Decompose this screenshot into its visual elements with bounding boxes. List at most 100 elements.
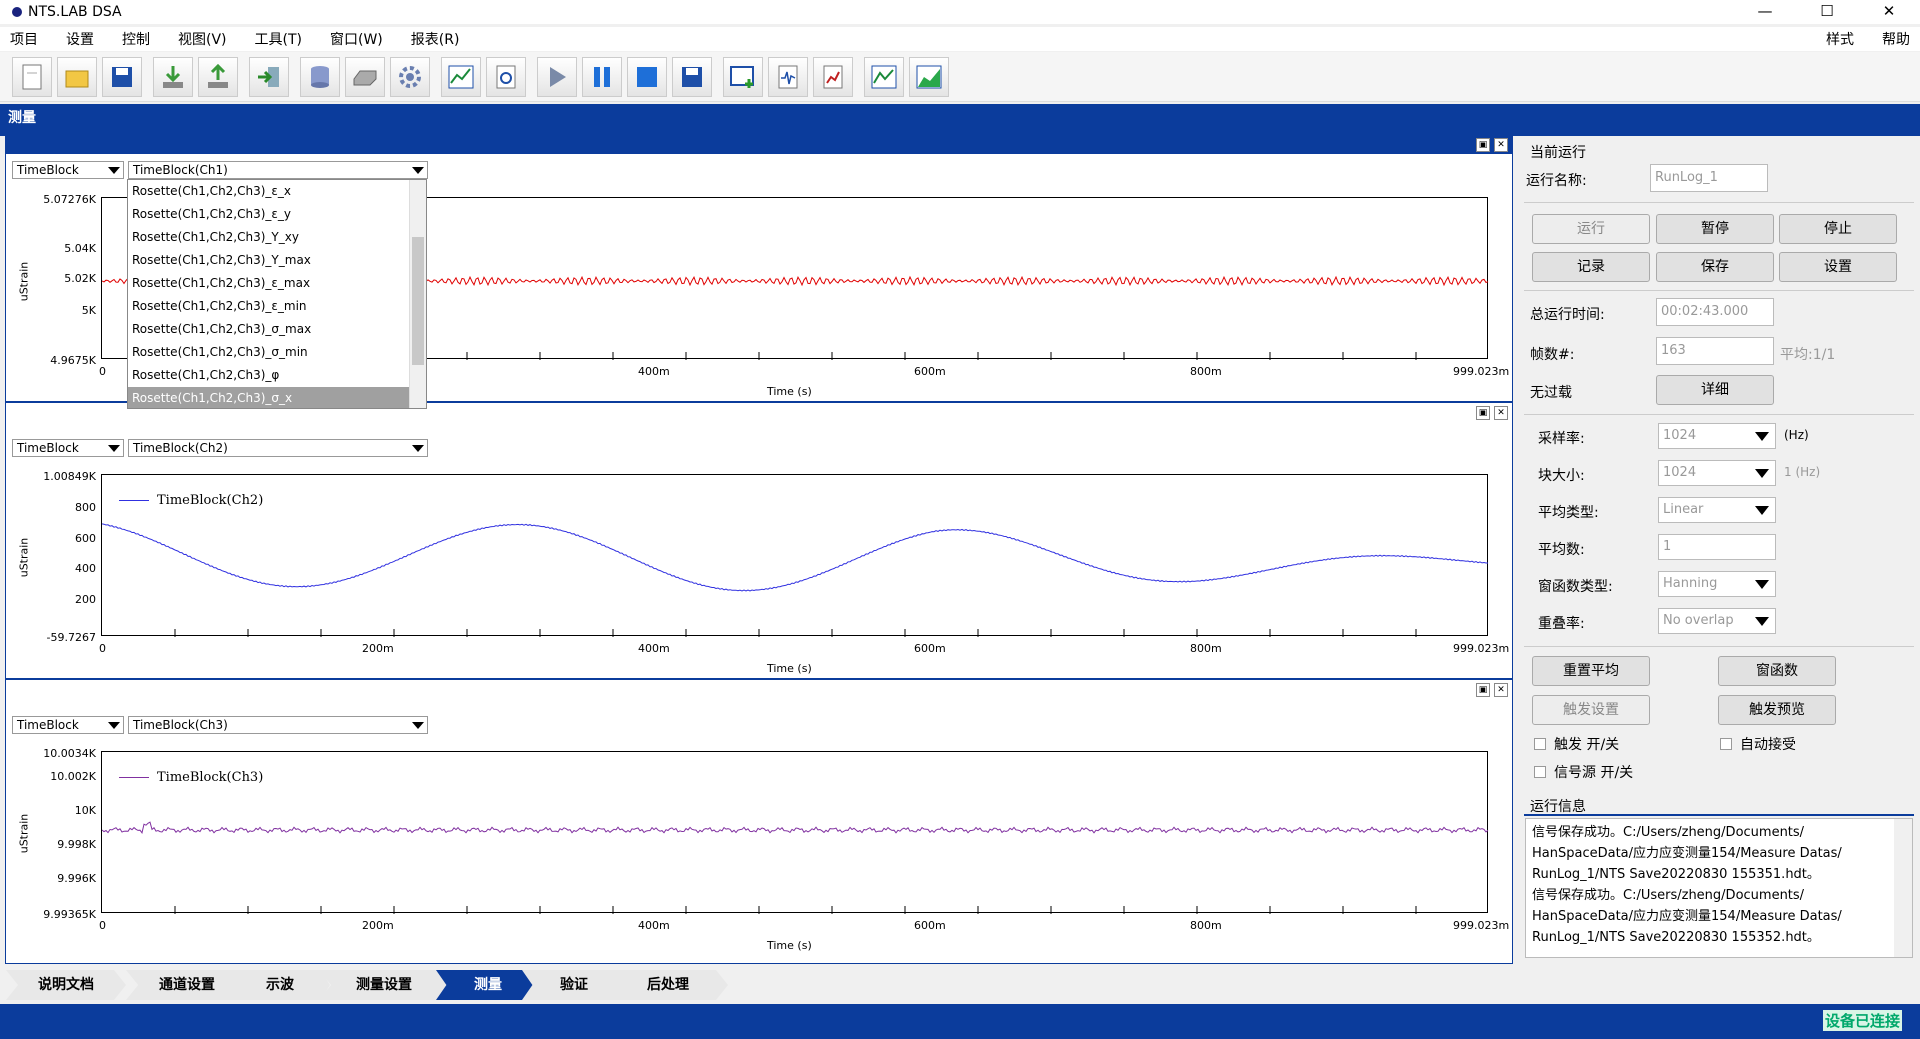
window-type-select[interactable]: Hanning bbox=[1658, 571, 1776, 597]
settings-button[interactable]: 设置 bbox=[1779, 252, 1897, 282]
detail-button[interactable]: 详细 bbox=[1656, 375, 1774, 405]
minimize-button[interactable]: — bbox=[1734, 0, 1796, 24]
panel-2-type-combo[interactable]: TimeBlock bbox=[12, 439, 124, 457]
save-data-icon[interactable] bbox=[672, 56, 712, 97]
pause-button[interactable]: 暂停 bbox=[1656, 214, 1774, 244]
exit-icon[interactable] bbox=[249, 56, 289, 97]
run-name-label: 运行名称: bbox=[1526, 173, 1587, 189]
play-icon[interactable] bbox=[537, 56, 577, 97]
panel-1-close-icon[interactable]: ✕ bbox=[1494, 138, 1508, 152]
stop-button[interactable]: 停止 bbox=[1779, 214, 1897, 244]
log-line: RunLog_1/NTS Save20220830 155351.hdt。 bbox=[1532, 867, 1820, 882]
overlap-label: 重叠率: bbox=[1538, 616, 1585, 632]
avg-count-label: 平均数: bbox=[1538, 542, 1585, 558]
panel-1-channel-combo[interactable]: TimeBlock(Ch1) bbox=[128, 161, 428, 179]
trigger-settings-button[interactable]: 触发设置 bbox=[1532, 695, 1650, 725]
menu-style[interactable]: 样式 bbox=[1826, 29, 1854, 49]
page-settings-icon[interactable] bbox=[486, 56, 526, 97]
panel-1-float-icon[interactable]: ▣ bbox=[1476, 138, 1490, 152]
panel-3-channel-combo[interactable]: TimeBlock(Ch3) bbox=[128, 716, 428, 734]
dropdown-option[interactable]: Rosette(Ch1,Ch2,Ch3)_ε_min bbox=[128, 295, 426, 318]
add-window-icon[interactable] bbox=[723, 56, 763, 97]
maximize-button[interactable]: ☐ bbox=[1796, 0, 1858, 24]
dropdown-option-selected[interactable]: Rosette(Ch1,Ch2,Ch3)_σ_x bbox=[128, 387, 426, 408]
overlap-select[interactable]: No overlap bbox=[1658, 608, 1776, 634]
window-function-button[interactable]: 窗函数 bbox=[1718, 656, 1836, 686]
trigger-toggle-checkbox[interactable]: 触发 开/关 bbox=[1534, 734, 1619, 754]
channel-dropdown-list[interactable]: Rosette(Ch1,Ch2,Ch3)_ε_x Rosette(Ch1,Ch2… bbox=[127, 179, 427, 409]
dropdown-option[interactable]: Rosette(Ch1,Ch2,Ch3)_ε_max bbox=[128, 272, 426, 295]
run-log[interactable]: 信号保存成功。C:/Users/zheng/Documents/ HanSpac… bbox=[1525, 818, 1913, 958]
area-chart-icon[interactable] bbox=[909, 56, 949, 97]
export-icon[interactable] bbox=[198, 56, 238, 97]
scrollbar-thumb[interactable] bbox=[412, 237, 424, 365]
panel-3-type-combo[interactable]: TimeBlock bbox=[12, 716, 124, 734]
gear-icon[interactable] bbox=[390, 56, 430, 97]
menu-control[interactable]: 控制 bbox=[122, 29, 150, 49]
dropdown-scrollbar[interactable] bbox=[409, 180, 426, 408]
block-size-select[interactable]: 1024 bbox=[1658, 460, 1776, 486]
tab-measure-settings[interactable]: 测量设置 bbox=[318, 970, 450, 1000]
plot-3[interactable] bbox=[101, 751, 1489, 914]
tab-channel-settings[interactable]: 通道设置 bbox=[126, 970, 248, 1000]
menu-project[interactable]: 项目 bbox=[10, 29, 38, 49]
disk-icon[interactable] bbox=[345, 56, 385, 97]
tab-verify[interactable]: 验证 bbox=[522, 970, 626, 1000]
menu-settings[interactable]: 设置 bbox=[66, 29, 94, 49]
save-button[interactable]: 保存 bbox=[1656, 252, 1774, 282]
dropdown-option[interactable]: Rosette(Ch1,Ch2,Ch3)_Y_max bbox=[128, 249, 426, 272]
close-button[interactable]: ✕ bbox=[1858, 0, 1920, 24]
dropdown-option[interactable]: Rosette(Ch1,Ch2,Ch3)_Y_xy bbox=[128, 226, 426, 249]
menu-window[interactable]: 窗口(W) bbox=[330, 29, 383, 49]
signal-icon[interactable] bbox=[768, 56, 808, 97]
dropdown-option[interactable]: Rosette(Ch1,Ch2,Ch3)_σ_max bbox=[128, 318, 426, 341]
run-name-field[interactable]: RunLog_1 bbox=[1650, 164, 1768, 192]
tab-docs[interactable]: 说明文档 bbox=[6, 970, 126, 1000]
series-line bbox=[101, 523, 1488, 592]
report-icon[interactable] bbox=[813, 56, 853, 97]
reset-average-button[interactable]: 重置平均 bbox=[1532, 656, 1650, 686]
dropdown-option[interactable]: Rosette(Ch1,Ch2,Ch3)_ε_y bbox=[128, 203, 426, 226]
dropdown-option[interactable]: Rosette(Ch1,Ch2,Ch3)_φ bbox=[128, 364, 426, 387]
stop-icon[interactable] bbox=[627, 56, 667, 97]
database-icon[interactable] bbox=[300, 56, 340, 97]
plot-2[interactable] bbox=[101, 474, 1488, 637]
import-icon[interactable] bbox=[153, 56, 193, 97]
panel-2-channel-combo[interactable]: TimeBlock(Ch2) bbox=[128, 439, 428, 457]
log-line: 信号保存成功。C:/Users/zheng/Documents/ bbox=[1532, 888, 1805, 903]
dropdown-option[interactable]: Rosette(Ch1,Ch2,Ch3)_σ_min bbox=[128, 341, 426, 364]
avg-count-field[interactable]: 1 bbox=[1658, 534, 1776, 560]
log-scrollbar[interactable] bbox=[1894, 819, 1912, 957]
menu-help[interactable]: 帮助 bbox=[1882, 29, 1910, 49]
sample-rate-select[interactable]: 1024 bbox=[1658, 423, 1776, 449]
log-line: RunLog_1/NTS Save20220830 155352.hdt。 bbox=[1532, 930, 1820, 945]
open-folder-icon[interactable] bbox=[57, 56, 97, 97]
menu-view[interactable]: 视图(V) bbox=[178, 29, 227, 49]
menu-report[interactable]: 报表(R) bbox=[411, 29, 460, 49]
pause-icon[interactable] bbox=[582, 56, 622, 97]
panel-1-type-combo[interactable]: TimeBlock bbox=[12, 161, 124, 179]
trigger-preview-button[interactable]: 触发预览 bbox=[1718, 695, 1836, 725]
run-button[interactable]: 运行 bbox=[1532, 214, 1650, 244]
menu-tools[interactable]: 工具(T) bbox=[255, 29, 302, 49]
dropdown-option[interactable]: Rosette(Ch1,Ch2,Ch3)_ε_x bbox=[128, 180, 426, 203]
tab-oscilloscope[interactable]: 示波 bbox=[230, 970, 330, 1000]
save-icon[interactable] bbox=[102, 56, 142, 97]
panel-3-float-icon[interactable]: ▣ bbox=[1476, 683, 1490, 697]
tab-measure[interactable]: 测量 bbox=[436, 970, 540, 1000]
panel-2-float-icon[interactable]: ▣ bbox=[1476, 406, 1490, 420]
overload-label: 无过载 bbox=[1530, 385, 1572, 401]
record-button[interactable]: 记录 bbox=[1532, 252, 1650, 282]
signal-source-checkbox[interactable]: 信号源 开/关 bbox=[1534, 762, 1633, 782]
menu-bar: 项目 设置 控制 视图(V) 工具(T) 窗口(W) 报表(R) 样式 帮助 bbox=[0, 27, 1920, 51]
chart-icon[interactable] bbox=[441, 56, 481, 97]
panel-2-close-icon[interactable]: ✕ bbox=[1494, 406, 1508, 420]
panel-3-close-icon[interactable]: ✕ bbox=[1494, 683, 1508, 697]
trend-icon[interactable] bbox=[864, 56, 904, 97]
auto-accept-checkbox[interactable]: 自动接受 bbox=[1720, 734, 1796, 754]
avg-type-select[interactable]: Linear bbox=[1658, 497, 1776, 523]
checkbox-icon bbox=[1534, 766, 1546, 778]
tab-post-processing[interactable]: 后处理 bbox=[608, 970, 728, 1000]
new-icon[interactable] bbox=[12, 56, 52, 97]
toolbar bbox=[0, 52, 1920, 102]
